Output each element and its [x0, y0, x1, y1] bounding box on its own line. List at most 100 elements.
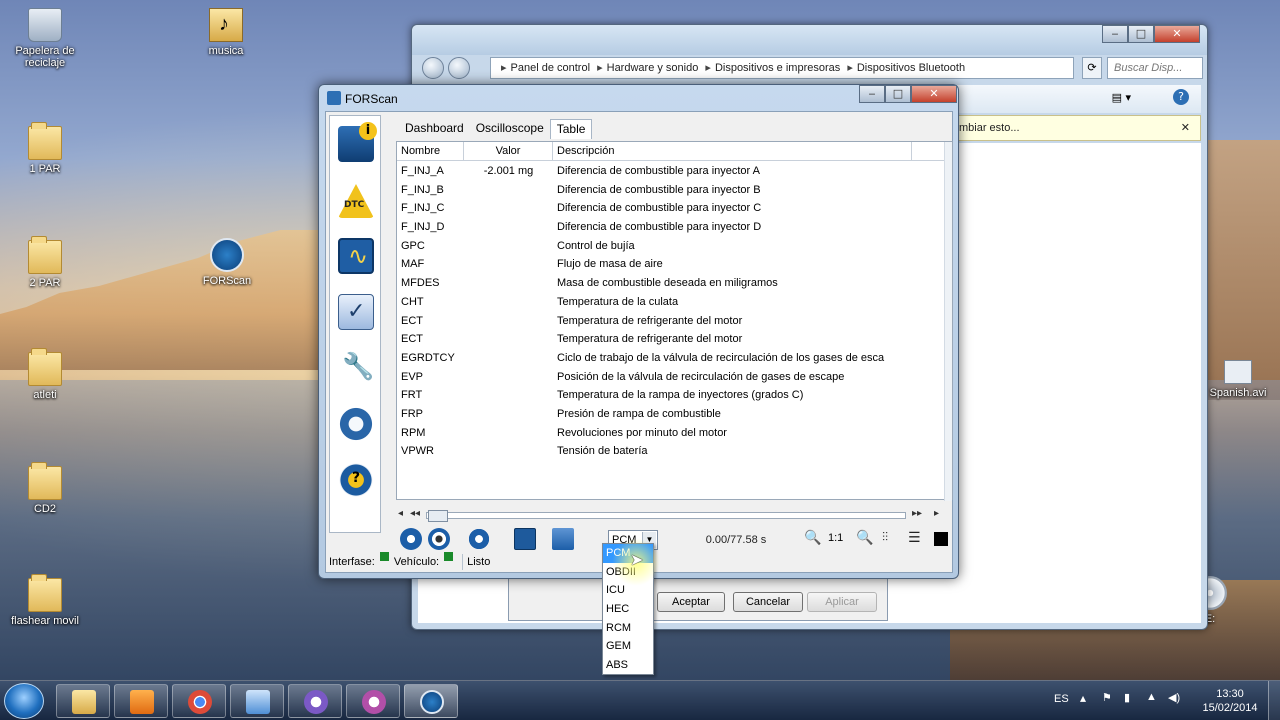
stop-icon[interactable]: [428, 528, 450, 550]
sidebar-item-tests[interactable]: [334, 290, 378, 334]
desktop-icon-cd2[interactable]: CD2: [5, 462, 85, 515]
taskbar-chrome[interactable]: [172, 684, 226, 718]
minimize-icon[interactable]: ‒: [1102, 25, 1128, 43]
scroll-left-icon[interactable]: ◂: [398, 508, 403, 519]
rewind-icon[interactable]: ◂◂: [410, 508, 420, 519]
dropdown-option[interactable]: ABS: [603, 656, 653, 675]
fast-forward-icon[interactable]: ▸▸: [912, 508, 922, 519]
forscan-window[interactable]: FORScan ‒ □ ✕ DTC Dashboard Oscilloscope…: [318, 84, 959, 579]
taskbar-forscan[interactable]: [404, 684, 458, 718]
dropdown-option[interactable]: HEC: [603, 600, 653, 619]
sidebar-item-vehicle-info[interactable]: [334, 122, 378, 166]
desktop-icon-recycle-bin[interactable]: Papelera de reciclaje: [5, 8, 85, 69]
dropdown-option[interactable]: GEM: [603, 637, 653, 656]
sidebar-item-live-data[interactable]: [334, 234, 378, 278]
tab-table[interactable]: Table: [549, 119, 593, 139]
table-row[interactable]: GPC Control de bujía: [397, 237, 945, 256]
start-button[interactable]: [4, 683, 44, 719]
timeline-track[interactable]: [426, 512, 906, 519]
taskbar-explorer[interactable]: [56, 684, 110, 718]
tray-expand-icon[interactable]: ▴: [1080, 691, 1086, 705]
table-row[interactable]: F_INJ_C Diferencia de combustible para in…: [397, 199, 945, 218]
refresh-icon[interactable]: ⟳: [1082, 57, 1102, 79]
table-row[interactable]: FRT Temperatura de la rampa de inyectores…: [397, 386, 945, 405]
zoom-ratio[interactable]: 1:1: [828, 532, 843, 544]
dropdown-option[interactable]: OBDII: [603, 563, 653, 582]
network-icon[interactable]: ▲: [1146, 691, 1157, 703]
apply-button[interactable]: Aplicar: [807, 592, 877, 612]
battery-icon[interactable]: ▮: [1124, 691, 1130, 704]
infobar-close-icon[interactable]: ✕: [1181, 116, 1190, 140]
tab-dashboard[interactable]: Dashboard: [399, 119, 470, 139]
action-center-icon[interactable]: ⚑: [1102, 691, 1112, 704]
play-icon[interactable]: [400, 528, 422, 550]
save-icon[interactable]: [514, 528, 536, 550]
explorer-search-input[interactable]: Buscar Disp...: [1107, 57, 1203, 79]
minimize-icon[interactable]: ‒: [859, 85, 885, 103]
sidebar-item-service[interactable]: [334, 346, 378, 390]
column-header-descripcion[interactable]: Descripción: [553, 142, 912, 161]
sidebar-item-dtc[interactable]: DTC: [334, 178, 378, 222]
timeline-thumb[interactable]: [428, 510, 448, 522]
zoom-in-icon[interactable]: 🔍: [856, 530, 873, 546]
table-row[interactable]: RPM Revoluciones por minuto del motor: [397, 424, 945, 443]
desktop-icon-flashear-movil[interactable]: flashear movil: [5, 574, 85, 627]
table-row[interactable]: EGRDTCY Ciclo de trabajo de la válvula de…: [397, 349, 945, 368]
settings-gear-icon[interactable]: [468, 528, 490, 550]
table-row[interactable]: MFDES Masa de combustible deseada en mili…: [397, 274, 945, 293]
color-icon[interactable]: [934, 532, 948, 546]
explorer-titlebar[interactable]: [412, 25, 1207, 55]
cancel-button[interactable]: Cancelar: [733, 592, 803, 612]
column-header-nombre[interactable]: Nombre: [397, 142, 464, 161]
desktop-icon-spanish-avi[interactable]: Spanish.avi: [1198, 360, 1278, 399]
taskbar-media-player[interactable]: [114, 684, 168, 718]
breadcrumb-item[interactable]: Dispositivos Bluetooth: [857, 62, 965, 74]
back-icon[interactable]: [422, 57, 444, 79]
show-desktop-button[interactable]: [1268, 681, 1280, 720]
taskbar-gauge-app-2[interactable]: [346, 684, 400, 718]
breadcrumb-item[interactable]: Dispositivos e impresoras: [715, 62, 840, 74]
clock[interactable]: 13:30 15/02/2014: [1195, 687, 1265, 715]
breadcrumb-item[interactable]: Panel de control: [511, 62, 591, 74]
scroll-right-icon[interactable]: ▸: [934, 508, 939, 519]
dropdown-option[interactable]: ICU: [603, 581, 653, 600]
sidebar-item-configuration[interactable]: [334, 402, 378, 446]
table-row[interactable]: F_INJ_A -2.001 mg Diferencia de combustibl…: [397, 162, 945, 181]
desktop-icon-1-par[interactable]: 1 PAR: [5, 122, 85, 175]
table-row[interactable]: MAF Flujo de masa de aire: [397, 255, 945, 274]
close-icon[interactable]: ✕: [1154, 25, 1200, 43]
desktop-icon-forscan[interactable]: FORScan: [187, 238, 267, 287]
column-header-valor[interactable]: Valor: [464, 142, 553, 161]
table-row[interactable]: ECT Temperatura de refrigerante del motor: [397, 312, 945, 331]
taskbar-gauge-app[interactable]: [288, 684, 342, 718]
maximize-icon[interactable]: □: [1128, 25, 1154, 43]
language-indicator[interactable]: ES: [1054, 693, 1069, 705]
sidebar-item-help[interactable]: [334, 458, 378, 502]
desktop-icon-atleti[interactable]: atleti: [5, 348, 85, 401]
desktop-icon-musica[interactable]: musica: [186, 8, 266, 57]
dropdown-option[interactable]: RCM: [603, 619, 653, 638]
ok-button[interactable]: Aceptar: [657, 592, 725, 612]
table-row[interactable]: ECT Temperatura de refrigerante del motor: [397, 330, 945, 349]
table-vertical-scrollbar[interactable]: [944, 142, 952, 501]
table-row[interactable]: F_INJ_B Diferencia de combustible para in…: [397, 181, 945, 200]
view-options-icon[interactable]: ▤ ▾: [1112, 91, 1131, 104]
desktop-icon-2-par[interactable]: 2 PAR: [5, 236, 85, 289]
table-row[interactable]: F_INJ_D Diferencia de combustible para in…: [397, 218, 945, 237]
table-row[interactable]: VPWR Tensión de batería: [397, 442, 945, 461]
address-bar[interactable]: ▸ Panel de control ▸ Hardware y sonido ▸ Di…: [490, 57, 1074, 79]
table-row[interactable]: EVP Posición de la válvula de recirculaci…: [397, 368, 945, 387]
timeline-scrollbar[interactable]: ◂ ◂◂ ▸▸ ▸: [396, 508, 953, 522]
table-row[interactable]: CHT Temperatura de la culata: [397, 293, 945, 312]
forward-icon[interactable]: [448, 57, 470, 79]
breadcrumb-item[interactable]: Hardware y sonido: [607, 62, 699, 74]
close-icon[interactable]: ✕: [911, 85, 957, 103]
maximize-icon[interactable]: □: [885, 85, 911, 103]
open-folder-icon[interactable]: [552, 528, 574, 550]
tab-oscilloscope[interactable]: Oscilloscope: [470, 119, 550, 139]
module-dropdown-list[interactable]: PCM OBDII ICU HEC RCM GEM ABS: [602, 543, 654, 675]
dropdown-option[interactable]: PCM: [603, 544, 653, 563]
markers-icon[interactable]: ⫶⫶: [882, 530, 888, 545]
table-row[interactable]: FRP Presión de rampa de combustible: [397, 405, 945, 424]
zoom-out-icon[interactable]: 🔍: [804, 530, 821, 546]
